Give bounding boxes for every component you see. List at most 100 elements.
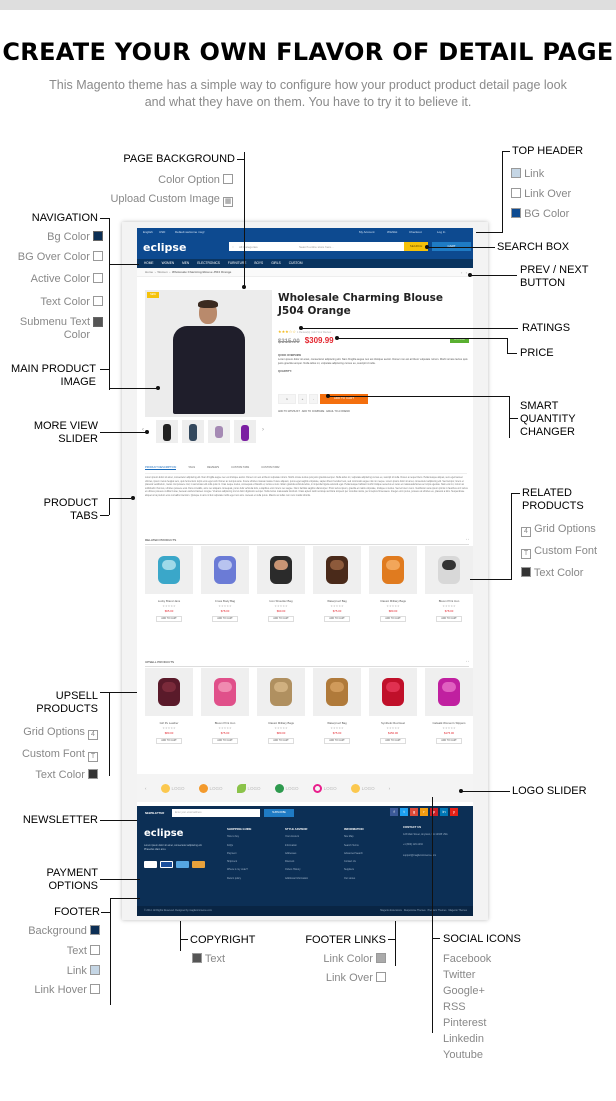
product-name[interactable]: Lucky Brand Jans: [145, 599, 193, 603]
mock-nav-item[interactable]: BOYS: [254, 259, 263, 268]
product-image[interactable]: [201, 546, 249, 594]
product-name[interactable]: Classic Military Bags: [369, 599, 417, 603]
related-product-card[interactable]: Lucky Brand Jans ★★★★★ $65.00 ADD TO CART: [145, 546, 193, 622]
product-name[interactable]: Bloom Print Icon: [201, 721, 249, 725]
mock-lang[interactable]: English: [143, 230, 153, 234]
mock-search-input[interactable]: ○ All Categories Search entire store her…: [229, 242, 404, 251]
footer-link[interactable]: Site Map: [344, 833, 364, 841]
product-image[interactable]: [145, 668, 193, 716]
related-product-card[interactable]: Bloom Print Icon ★★★★★ $78.00 ADD TO CART: [425, 546, 473, 622]
product-name[interactable]: Catwalk Women's Slippers: [425, 721, 473, 725]
upsell-product-card[interactable]: Classic Military Bags ★★★★★ $80.00 ADD TO C…: [257, 668, 305, 744]
product-image[interactable]: [201, 668, 249, 716]
footer-link[interactable]: Addresses: [285, 850, 308, 858]
newsletter-email-input[interactable]: Enter your email address: [172, 809, 260, 817]
product-name[interactable]: Icon Shoulder Bag: [257, 599, 305, 603]
brand-logo[interactable]: LOGO: [274, 783, 299, 793]
related-arrows[interactable]: ‹ ›: [466, 537, 469, 541]
contact-email[interactable]: support@magikcommerce.com: [403, 854, 471, 858]
add-to-cart-button[interactable]: ADD TO CART: [380, 738, 406, 744]
footer-link[interactable]: Advanced Search: [344, 850, 364, 858]
mock-nav-item[interactable]: WOMEN: [162, 259, 175, 268]
mock-nav-item[interactable]: GIRLS: [271, 259, 281, 268]
product-image[interactable]: [425, 546, 473, 594]
tab-custom2[interactable]: CUSTOM TAB2: [261, 466, 279, 470]
product-name[interactable]: Synthetic Red Heel: [369, 721, 417, 725]
brand-logo[interactable]: LOGO: [160, 783, 185, 793]
related-product-card[interactable]: Icon Shoulder Bag ★★★★★ $90.00 ADD TO CART: [257, 546, 305, 622]
product-image[interactable]: [145, 546, 193, 594]
mock-nav-item[interactable]: HOME: [144, 259, 154, 268]
product-image[interactable]: [313, 546, 361, 594]
qty-plus-button[interactable]: +: [298, 394, 307, 404]
add-to-cart-button[interactable]: ADD TO CART: [156, 616, 182, 622]
mock-logo[interactable]: eclipse: [143, 241, 186, 254]
add-to-cart-button[interactable]: ADD TO CART: [380, 616, 406, 622]
footer-link[interactable]: Suppliers: [344, 866, 364, 874]
add-to-cart-button[interactable]: ADD TO CART: [212, 616, 238, 622]
upsell-product-card[interactable]: Bloom Print Icon ★★★★★ $75.00 ADD TO CART: [201, 668, 249, 744]
brand-logo[interactable]: LOGO: [312, 783, 337, 793]
product-image[interactable]: [425, 668, 473, 716]
tab-description[interactable]: PRODUCT DESCRIPTION: [145, 466, 177, 470]
product-image[interactable]: [313, 668, 361, 716]
chevron-right-icon[interactable]: ›: [262, 427, 264, 433]
footer-link[interactable]: Information: [285, 842, 308, 850]
mock-nav-item[interactable]: ELECTRONICS: [197, 259, 220, 268]
footer-link[interactable]: Payment: [227, 850, 251, 858]
reviews-link[interactable]: 1 Review(s) | Add Your Review: [297, 331, 331, 334]
product-name[interactable]: Girl Pu Leather: [145, 721, 193, 725]
tab-tags[interactable]: TAGS: [188, 466, 195, 470]
footer-link[interactable]: Your Account: [285, 833, 308, 841]
product-name[interactable]: Bloom Print Icon: [425, 599, 473, 603]
product-image[interactable]: [369, 546, 417, 594]
add-to-cart-button[interactable]: ADD TO CART: [324, 616, 350, 622]
mock-nav-item[interactable]: CUSTOM: [289, 259, 303, 268]
product-name[interactable]: Classic Military Bags: [257, 721, 305, 725]
upsell-product-card[interactable]: Catwalk Women's Slippers ★★★★★ $175.00 ADD …: [425, 668, 473, 744]
mock-top-link[interactable]: Checkout: [409, 230, 422, 234]
footer-link[interactable]: FAQs: [227, 842, 251, 850]
related-product-card[interactable]: Cross Body Bag ★★★★★ $78.00 ADD TO CART: [201, 546, 249, 622]
footer-link[interactable]: Orders History: [285, 866, 308, 874]
chevron-left-icon[interactable]: ‹: [145, 786, 147, 791]
add-to-cart-button[interactable]: ADD TO CART: [212, 738, 238, 744]
footer-link[interactable]: Search Terms: [344, 842, 364, 850]
upsell-product-card[interactable]: Synthetic Red Heel ★★★★★ $150.00 ADD TO CAR…: [369, 668, 417, 744]
subscribe-button[interactable]: SUBSCRIBE: [264, 809, 294, 817]
brand-logo[interactable]: LOGO: [350, 783, 375, 793]
breadcrumb-item[interactable]: Home: [145, 270, 153, 274]
chevron-right-icon[interactable]: ›: [389, 786, 391, 791]
rss-icon[interactable]: r: [420, 808, 428, 816]
footer-link[interactable]: Contact Us: [344, 858, 364, 866]
footer-link[interactable]: Additional Information: [285, 875, 308, 883]
youtube-icon[interactable]: y: [450, 808, 458, 816]
add-to-cart-button[interactable]: ADD TO CART: [268, 616, 294, 622]
upsell-arrows[interactable]: ‹ ›: [466, 659, 469, 663]
add-to-cart-button[interactable]: ADD TO CART: [268, 738, 294, 744]
mock-nav-item[interactable]: MEN: [182, 259, 189, 268]
tab-reviews[interactable]: REVIEWS: [207, 466, 219, 470]
qty-input[interactable]: 1: [278, 394, 296, 404]
footer-link[interactable]: Shipment: [227, 858, 251, 866]
thumb-image[interactable]: [182, 420, 204, 443]
prev-next-buttons[interactable]: ‹ ›: [461, 268, 467, 277]
footer-link[interactable]: How to buy: [227, 833, 251, 841]
footer-logo[interactable]: eclipse: [144, 828, 183, 839]
wishlist-link[interactable]: ADD TO WISHLIST: [278, 410, 300, 413]
linkedin-icon[interactable]: in: [440, 808, 448, 816]
product-image[interactable]: [369, 668, 417, 716]
tab-custom1[interactable]: CUSTOM TAB1: [231, 466, 249, 470]
breadcrumb-item[interactable]: Women: [157, 270, 167, 274]
product-image[interactable]: [257, 546, 305, 594]
mock-top-link[interactable]: My Account: [359, 230, 375, 234]
add-to-cart-button[interactable]: ADD TO CART: [436, 738, 462, 744]
product-image[interactable]: [257, 668, 305, 716]
qty-minus-button[interactable]: -: [309, 394, 318, 404]
thumb-image[interactable]: [234, 420, 256, 443]
mock-top-link[interactable]: Wishlist: [387, 230, 397, 234]
add-to-cart-button[interactable]: ADD TO CART: [436, 616, 462, 622]
compare-link[interactable]: ADD TO COMPARE: [302, 410, 325, 413]
product-name[interactable]: Waterproof Bag: [313, 599, 361, 603]
related-product-card[interactable]: Waterproof Bag ★★★★★ $75.00 ADD TO CART: [313, 546, 361, 622]
